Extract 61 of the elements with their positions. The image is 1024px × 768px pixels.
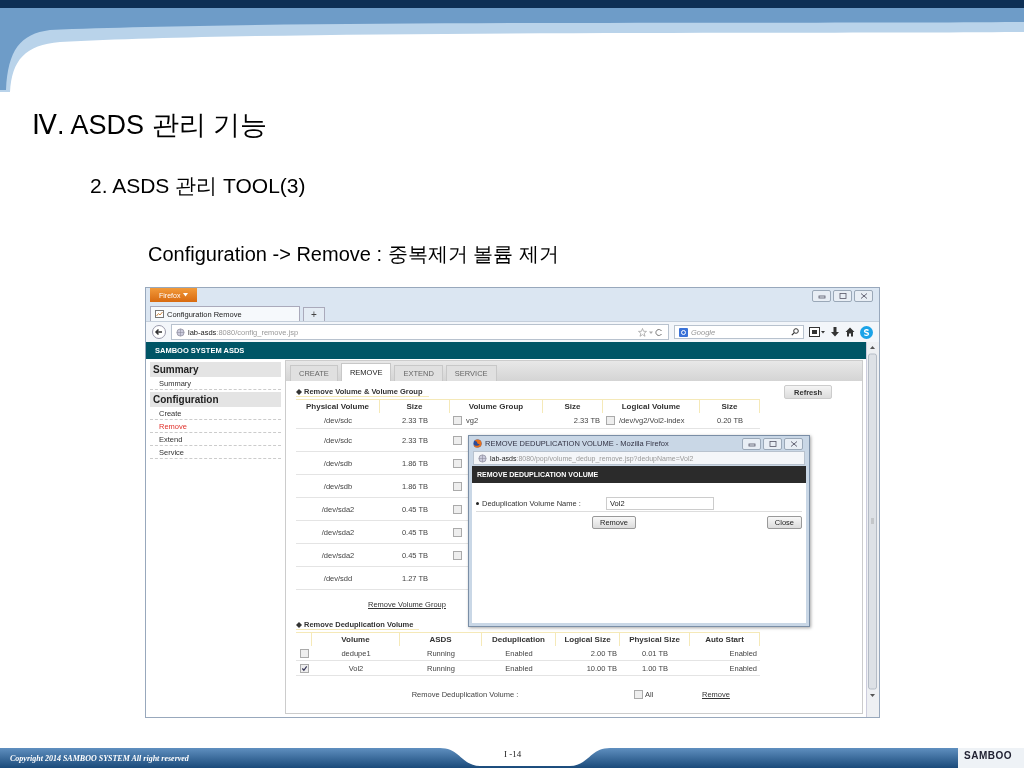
diamond-icon [296, 388, 302, 395]
minimize-button[interactable] [812, 290, 831, 302]
checkbox[interactable] [453, 481, 462, 491]
column-header: Size [543, 399, 603, 413]
bookmarks-icon[interactable] [809, 327, 825, 337]
close-button[interactable] [784, 437, 803, 450]
checkbox[interactable] [634, 690, 643, 699]
checkbox[interactable] [299, 648, 309, 658]
close-button[interactable] [854, 290, 873, 302]
column-header: Size [380, 399, 450, 413]
globe-icon [478, 453, 487, 463]
globe-icon [176, 327, 185, 337]
slide-subtitle: 2. ASDS 관리 TOOL(3) [90, 173, 306, 199]
chat-app-icon[interactable] [860, 325, 873, 339]
column-header: Size [700, 399, 760, 413]
checkbox[interactable] [453, 504, 462, 514]
maximize-button[interactable] [833, 290, 852, 302]
sidebar-heading: Summary [150, 362, 281, 377]
firefox-icon [473, 439, 482, 448]
home-icon[interactable] [845, 327, 855, 337]
column-header: Logical Volume [603, 399, 700, 413]
checkbox[interactable] [299, 663, 309, 673]
checkbox[interactable] [453, 527, 462, 537]
search-engine-icon[interactable] [679, 327, 688, 337]
sidebar-heading: Configuration [150, 392, 281, 407]
column-header: Physical Volume [296, 399, 380, 413]
minimize-button[interactable] [742, 437, 761, 450]
maximize-icon [838, 293, 847, 299]
slide-caption: Configuration -> Remove : 중복제거 볼륨 제거 [148, 241, 559, 267]
new-tab-button[interactable]: + [303, 307, 325, 321]
company-logo: SAMBOO [964, 750, 1012, 761]
star-reload-icon[interactable] [638, 327, 664, 337]
minimize-icon [747, 440, 756, 447]
page-icon [155, 310, 164, 318]
caret-icon [183, 293, 189, 297]
maximize-button[interactable] [763, 437, 782, 450]
column-header: Volume [312, 632, 400, 646]
checkbox[interactable] [453, 416, 462, 425]
page-number: I -14 [504, 749, 522, 759]
column-header: Volume Group [450, 399, 543, 413]
column-header: ASDS [400, 632, 482, 646]
close-icon [859, 293, 868, 299]
checkbox[interactable] [453, 458, 462, 468]
minimize-icon [817, 293, 826, 299]
scrollbar[interactable] [866, 342, 879, 717]
maximize-icon [768, 440, 777, 447]
checkbox[interactable] [453, 550, 462, 560]
search-icon[interactable] [791, 328, 799, 336]
download-icon[interactable] [830, 327, 840, 337]
column-header: Deduplication [482, 632, 556, 646]
back-button[interactable] [152, 325, 166, 339]
column-header: Logical Size [556, 632, 620, 646]
column-header: Auto Start [690, 632, 760, 646]
slide-title: Ⅳ. ASDS 관리 기능 [32, 109, 268, 142]
copyright-text: Copyright 2014 SAMBOO SYSTEM All right reserved [10, 754, 189, 763]
diamond-icon [296, 621, 302, 628]
checkbox[interactable] [453, 435, 462, 445]
close-icon [789, 440, 798, 447]
checkbox[interactable] [606, 416, 615, 425]
column-header: Physical Size [620, 632, 690, 646]
bullet-icon [476, 502, 479, 505]
